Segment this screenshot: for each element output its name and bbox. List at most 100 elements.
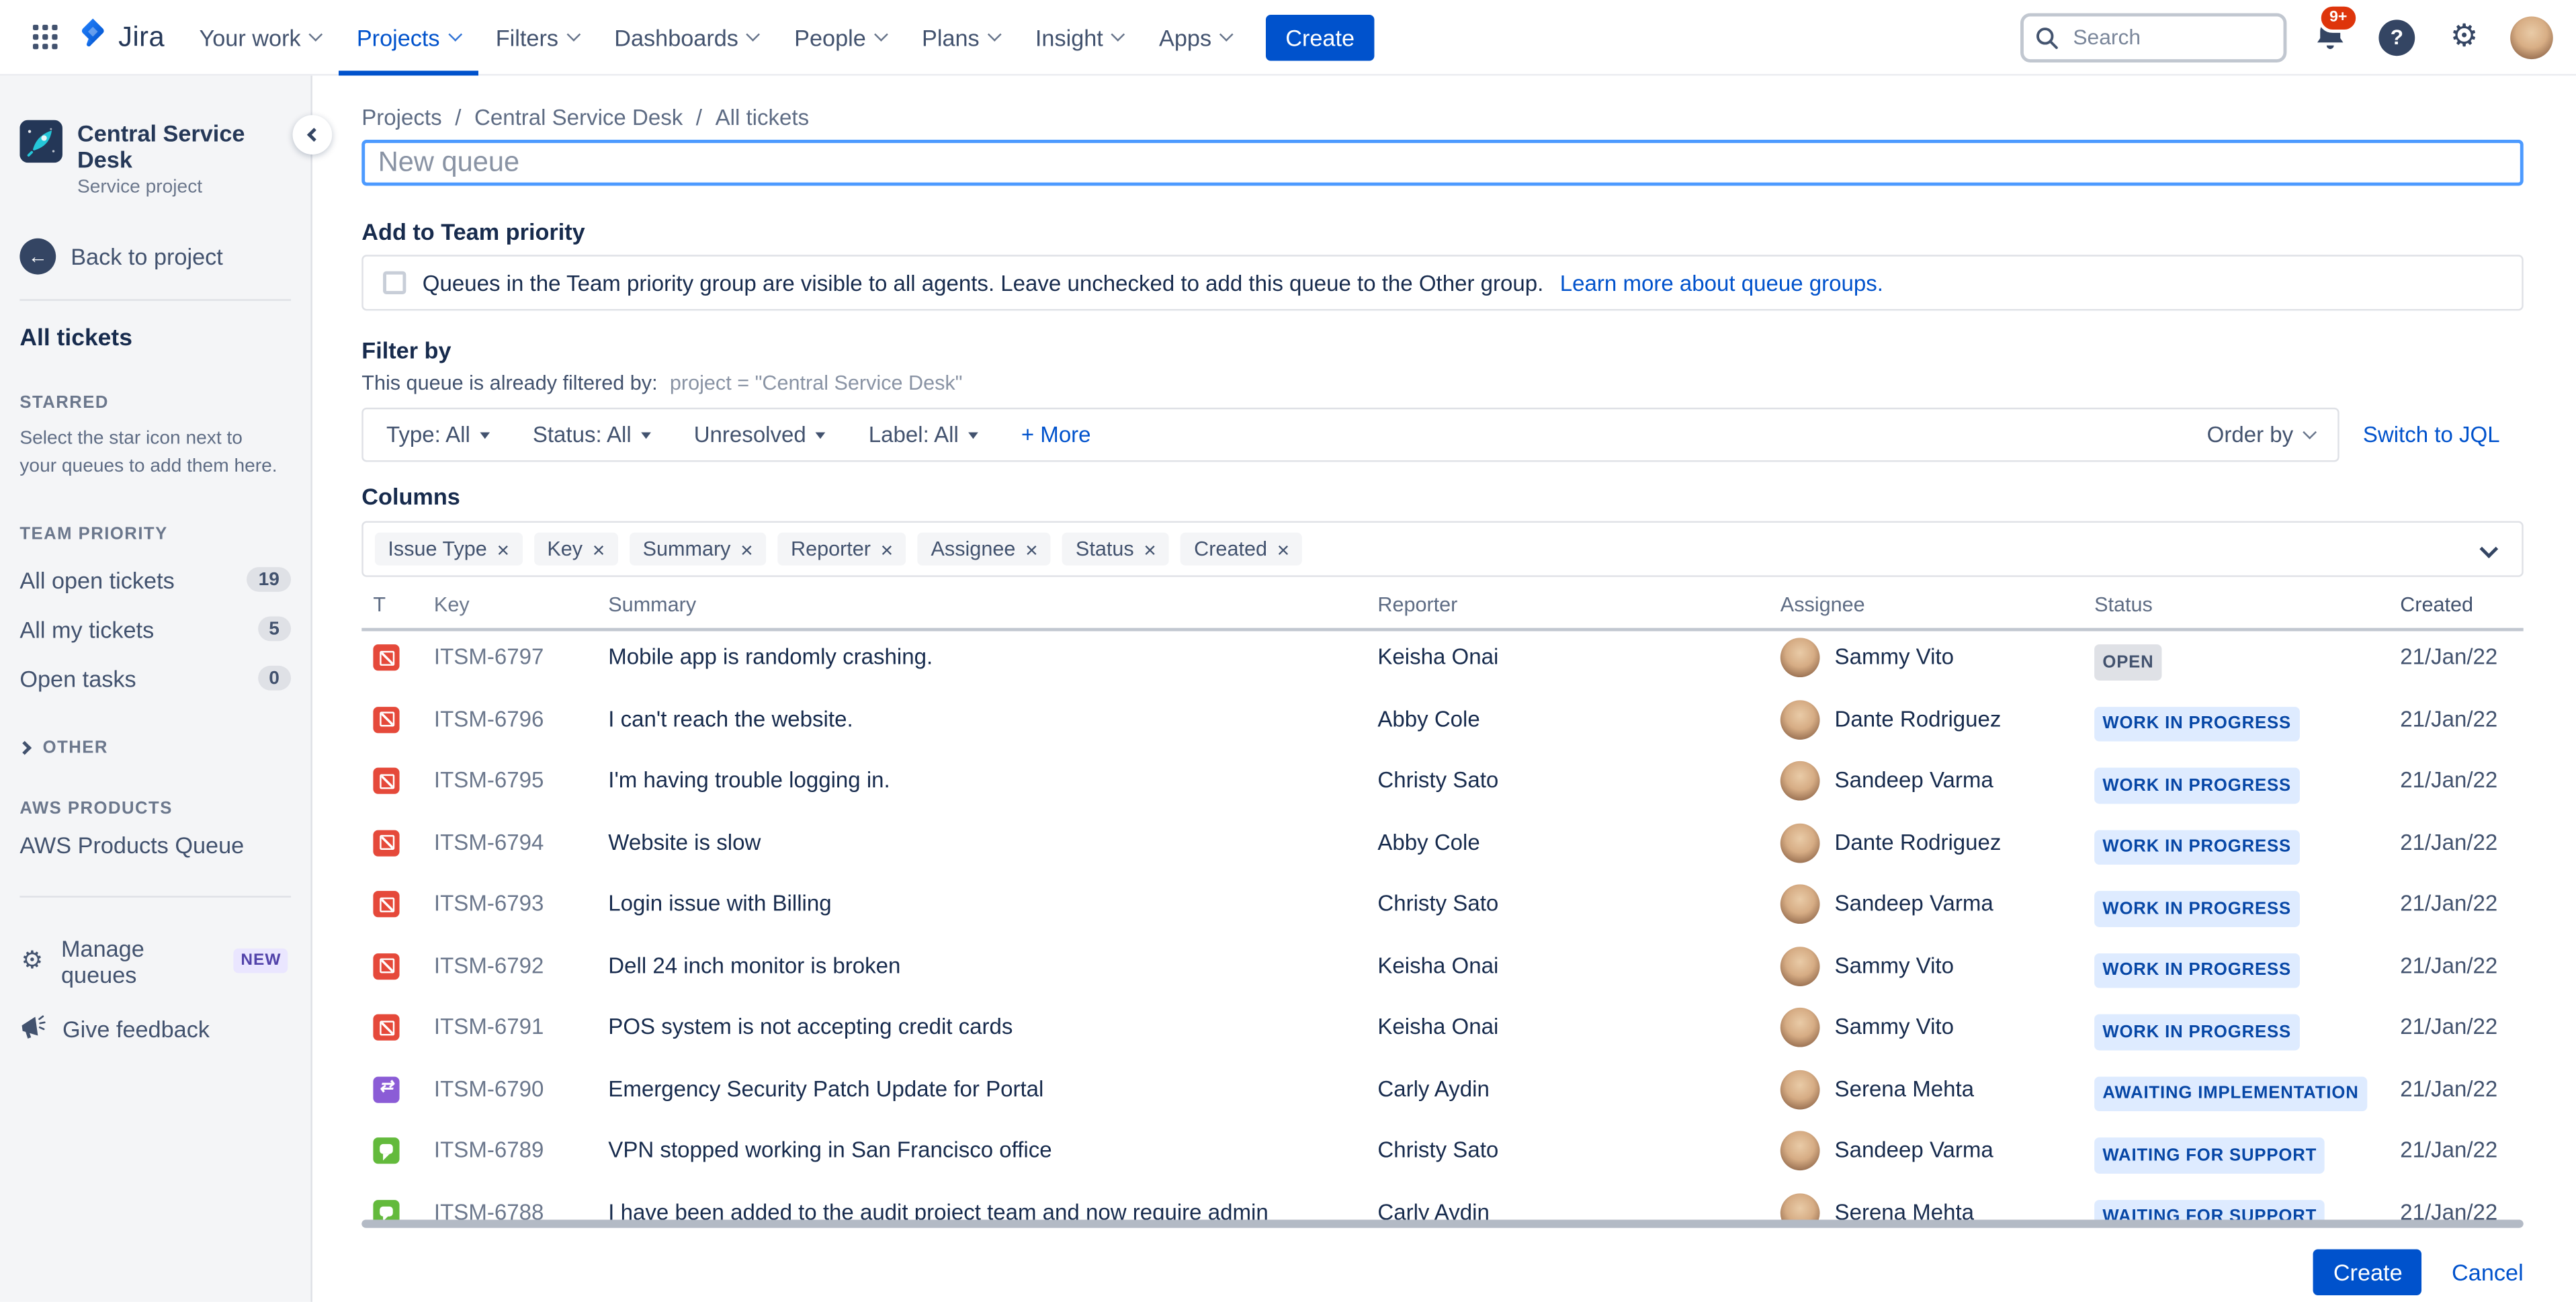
nav-menu-item[interactable]: Insight <box>1017 0 1141 75</box>
issue-key[interactable]: ITSM-6791 <box>434 1014 608 1041</box>
back-to-project-link[interactable]: ← Back to project <box>0 238 310 275</box>
table-row[interactable]: ITSM-6793 Login issue with Billing Chris… <box>361 878 2523 940</box>
issue-key[interactable]: ITSM-6794 <box>434 829 608 856</box>
learn-more-link[interactable]: Learn more about queue groups. <box>1560 270 1883 295</box>
issue-summary[interactable]: Website is slow <box>608 829 1377 856</box>
issue-type-icon <box>373 829 400 856</box>
nav-menu-item[interactable]: Apps <box>1141 0 1249 75</box>
nav-menu-item[interactable]: Projects <box>339 0 478 75</box>
issue-key[interactable]: ITSM-6789 <box>434 1137 608 1164</box>
filter-dropdown[interactable]: Status: All <box>533 423 652 447</box>
create-queue-button[interactable]: Create <box>2313 1249 2423 1296</box>
manage-queues-item[interactable]: ⚙ Manage queues NEW <box>0 922 310 1000</box>
issue-summary[interactable]: POS system is not accepting credit cards <box>608 1014 1377 1041</box>
remove-chip-icon[interactable]: × <box>740 538 753 560</box>
give-feedback-item[interactable]: Give feedback <box>0 1000 310 1058</box>
notifications-button[interactable]: 9+ <box>2305 2 2359 61</box>
team-priority-checkbox[interactable] <box>383 271 406 294</box>
breadcrumb-item[interactable]: Central Service Desk <box>474 105 683 130</box>
issue-summary[interactable]: Mobile app is randomly crashing. <box>608 644 1377 671</box>
issue-key[interactable]: ITSM-6788 <box>434 1199 608 1220</box>
chevron-down-icon <box>566 28 581 42</box>
issue-summary[interactable]: Login issue with Billing <box>608 891 1377 918</box>
table-row[interactable]: ITSM-6791 POS system is not accepting cr… <box>361 1001 2523 1063</box>
sidebar-queue-item[interactable]: Open tasks 0 <box>0 654 310 703</box>
issue-key[interactable]: ITSM-6793 <box>434 891 608 918</box>
issue-summary[interactable]: I can't reach the website. <box>608 706 1377 733</box>
remove-chip-icon[interactable]: × <box>1277 538 1290 560</box>
remove-chip-icon[interactable]: × <box>1025 538 1038 560</box>
issue-created-date: 21/Jan/22 <box>2400 891 2498 916</box>
more-filters-button[interactable]: + More <box>1021 423 1091 447</box>
sidebar-collapse-button[interactable] <box>292 115 333 155</box>
table-row[interactable]: ITSM-6795 I'm having trouble logging in.… <box>361 754 2523 816</box>
order-by-dropdown[interactable]: Order by <box>2207 423 2317 447</box>
sidebar-queue-item[interactable]: All open tickets 19 <box>0 555 310 604</box>
issue-reporter: Carly Aydin <box>1377 1076 1490 1101</box>
columns-select-box[interactable]: Issue Type × Key × Summary × Reporter × … <box>361 521 2524 577</box>
other-section-toggle[interactable]: OTHER <box>0 738 310 757</box>
user-avatar <box>2510 15 2553 58</box>
table-row[interactable]: ITSM-6792 Dell 24 inch monitor is broken… <box>361 939 2523 1001</box>
queue-name-input[interactable] <box>361 139 2524 186</box>
sidebar-queue-item[interactable]: All my tickets 5 <box>0 605 310 654</box>
breadcrumb-item[interactable]: All tickets <box>716 105 810 130</box>
issue-summary[interactable]: VPN stopped working in San Francisco off… <box>608 1137 1377 1164</box>
remove-chip-icon[interactable]: × <box>881 538 894 560</box>
remove-chip-icon[interactable]: × <box>497 538 509 560</box>
horizontal-scrollbar[interactable] <box>361 1219 2524 1228</box>
jira-logo[interactable]: Jira <box>76 15 165 58</box>
issue-key[interactable]: ITSM-6792 <box>434 953 608 980</box>
table-row[interactable]: ITSM-6788 I have been added to the audit… <box>361 1186 2523 1220</box>
app-switcher-icon[interactable] <box>19 12 69 61</box>
filter-dropdown[interactable]: Label: All <box>869 423 979 447</box>
chevron-down-icon <box>308 28 323 42</box>
megaphone-icon <box>19 1014 46 1045</box>
col-header-summary: Summary <box>608 593 697 617</box>
nav-menu-item[interactable]: Dashboards <box>596 0 776 75</box>
help-button[interactable]: ? <box>2372 12 2421 61</box>
table-row[interactable]: ITSM-6794 Website is slow Abby Cole Dant… <box>361 816 2523 878</box>
issue-created-date: 21/Jan/22 <box>2400 1199 2498 1220</box>
column-chip: Reporter × <box>777 532 906 566</box>
settings-button[interactable]: ⚙ <box>2440 12 2489 61</box>
issue-summary[interactable]: Emergency Security Patch Update for Port… <box>608 1076 1377 1102</box>
issue-summary[interactable]: Dell 24 inch monitor is broken <box>608 953 1377 980</box>
issue-summary[interactable]: I'm having trouble logging in. <box>608 768 1377 795</box>
global-create-button[interactable]: Create <box>1265 13 1375 60</box>
cancel-button[interactable]: Cancel <box>2452 1259 2524 1285</box>
issue-key[interactable]: ITSM-6797 <box>434 644 608 671</box>
issue-assignee: Serena Mehta <box>1834 1199 1975 1220</box>
issue-assignee: Dante Rodriguez <box>1834 705 2002 731</box>
breadcrumb-item[interactable]: Projects <box>361 105 441 130</box>
issue-key[interactable]: ITSM-6790 <box>434 1076 608 1102</box>
issue-key[interactable]: ITSM-6796 <box>434 706 608 733</box>
remove-chip-icon[interactable]: × <box>593 538 605 560</box>
column-chip-label: Created <box>1194 537 1268 561</box>
status-badge: WORK IN PROGRESS <box>2094 952 2300 988</box>
filter-dropdown[interactable]: Unresolved <box>694 423 826 447</box>
table-row[interactable]: ITSM-6796 I can't reach the website. Abb… <box>361 693 2523 754</box>
chevron-down-icon[interactable] <box>2479 539 2499 559</box>
table-row[interactable]: ITSM-6797 Mobile app is randomly crashin… <box>361 632 2523 693</box>
nav-menu-item[interactable]: Filters <box>478 0 596 75</box>
nav-menu-item[interactable]: Your work <box>181 0 339 75</box>
filter-dropdown[interactable]: Type: All <box>386 423 490 447</box>
remove-chip-icon[interactable]: × <box>1144 538 1156 560</box>
profile-button[interactable] <box>2507 12 2556 61</box>
search-input[interactable] <box>2020 12 2287 62</box>
sidebar-queue-item-aws[interactable]: AWS Products Queue <box>0 818 310 871</box>
switch-to-jql-link[interactable]: Switch to JQL <box>2339 423 2524 447</box>
prefilter-value: project = "Central Service Desk" <box>669 371 963 395</box>
issue-reporter: Keisha Onai <box>1377 1014 1499 1039</box>
issue-key[interactable]: ITSM-6795 <box>434 768 608 795</box>
column-chip: Key × <box>533 532 618 566</box>
table-row[interactable]: ITSM-6789 VPN stopped working in San Fra… <box>361 1125 2523 1186</box>
sidebar-item-all-tickets[interactable]: All tickets <box>0 326 310 352</box>
issue-summary[interactable]: I have been added to the audit project t… <box>608 1199 1377 1220</box>
dropdown-triangle-icon <box>968 432 979 443</box>
nav-menu-item[interactable]: Plans <box>904 0 1017 75</box>
nav-menu-item[interactable]: People <box>776 0 904 75</box>
project-name: Central Service Desk <box>77 120 245 173</box>
table-row[interactable]: ITSM-6790 Emergency Security Patch Updat… <box>361 1063 2523 1125</box>
